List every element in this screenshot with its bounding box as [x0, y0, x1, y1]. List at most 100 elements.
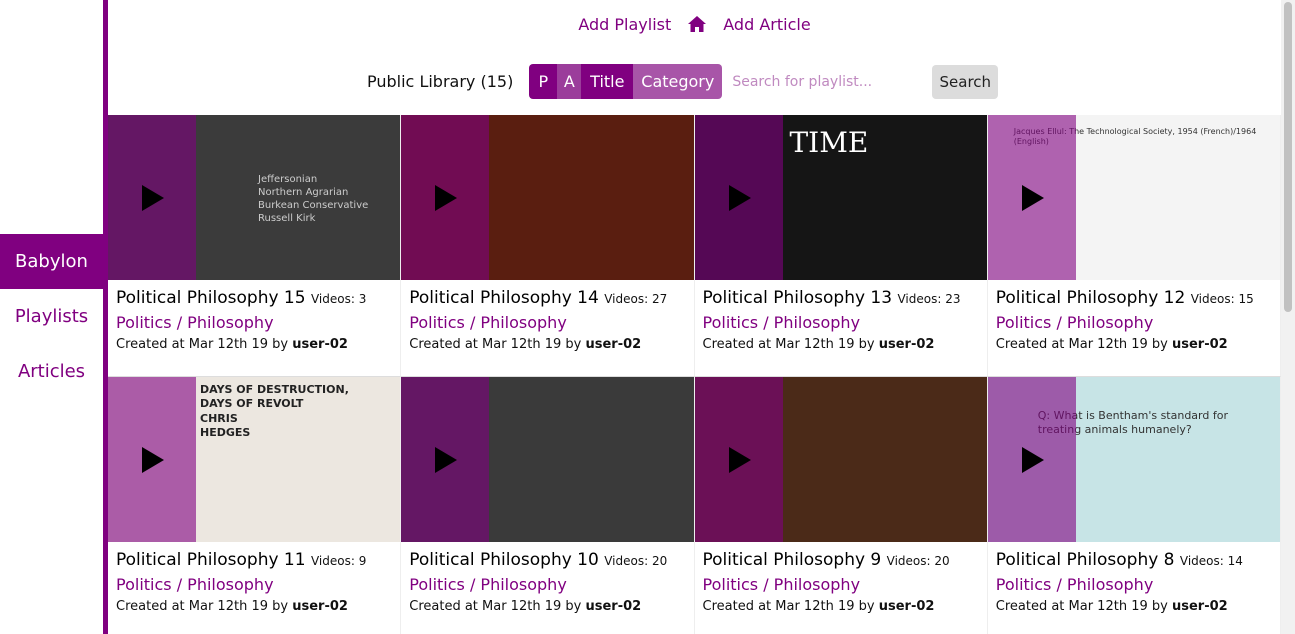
playlist-card[interactable]: Political Philosophy 10 Videos: 20 Polit… [401, 377, 695, 634]
created-text: Created at Mar 12th 19 by [702, 337, 875, 352]
thumbnail-caption-line: DAYS OF REVOLT [200, 397, 304, 411]
scrollbar[interactable] [1281, 0, 1295, 634]
playlist-thumbnail[interactable]: Jacques Ellul: The Technological Society… [987, 115, 1280, 280]
card-info: Political Philosophy 8 Videos: 14 Politi… [988, 542, 1280, 614]
playlist-card[interactable]: Q: What is Bentham's standard for treatin… [987, 377, 1281, 634]
sidebar-item-babylon[interactable]: Babylon [0, 234, 103, 289]
playlist-title-text[interactable]: Political Philosophy 13 [703, 288, 893, 308]
playlist-card[interactable]: TIME Political Philosophy 13 Videos: 23 … [694, 115, 988, 377]
video-count: Videos: 3 [310, 292, 367, 306]
playlist-category[interactable]: Politics / Philosophy [116, 313, 392, 332]
playlist-thumbnail[interactable] [694, 377, 987, 542]
play-icon[interactable] [1021, 185, 1044, 211]
playlist-title[interactable]: Political Philosophy 15 Videos: 3 [116, 288, 392, 308]
creator-username[interactable]: user-02 [585, 337, 641, 352]
video-count: Videos: 15 [1190, 292, 1254, 306]
sidebar-item-playlists[interactable]: Playlists [0, 289, 103, 344]
card-info: Political Philosophy 14 Videos: 27 Polit… [401, 280, 693, 352]
playlist-category[interactable]: Politics / Philosophy [409, 575, 685, 594]
library-label: Public Library (15) [367, 72, 514, 91]
add-playlist-link[interactable]: Add Playlist [578, 15, 671, 34]
playlist-category[interactable]: Politics / Philosophy [703, 313, 979, 332]
play-icon[interactable] [435, 185, 458, 211]
home-icon[interactable] [687, 15, 707, 33]
playlist-title-text[interactable]: Political Philosophy 8 [996, 550, 1175, 570]
video-count: Videos: 20 [886, 554, 950, 568]
card-info: Political Philosophy 12 Videos: 15 Polit… [988, 280, 1280, 352]
creator-username[interactable]: user-02 [1172, 337, 1228, 352]
created-meta: Created at Mar 12th 19 by user-02 [409, 599, 685, 614]
search-button[interactable]: Search [932, 64, 999, 99]
playlist-title[interactable]: Political Philosophy 12 Videos: 15 [996, 288, 1272, 308]
thumbnail-caption-line: Burkean Conservative [258, 200, 369, 211]
playlist-title[interactable]: Political Philosophy 11 Videos: 9 [116, 550, 392, 570]
playlist-thumbnail[interactable]: Q: What is Bentham's standard for treatin… [987, 377, 1280, 542]
playlist-thumbnail[interactable]: DAYS OF DESTRUCTION, DAYS OF REVOLT CHRIS H… [108, 377, 401, 542]
playlist-thumbnail[interactable] [401, 377, 694, 542]
creator-username[interactable]: user-02 [1172, 599, 1228, 614]
creator-username[interactable]: user-02 [292, 599, 348, 614]
search-input[interactable] [722, 64, 933, 99]
card-info: Political Philosophy 13 Videos: 23 Polit… [695, 280, 987, 352]
filter-category-button[interactable]: Category [633, 64, 723, 99]
playlist-card[interactable]: Political Philosophy 9 Videos: 20 Politi… [694, 377, 988, 634]
playlist-title[interactable]: Political Philosophy 14 Videos: 27 [409, 288, 685, 308]
sidebar: Babylon Playlists Articles [0, 0, 108, 634]
playlist-card[interactable]: DAYS OF DESTRUCTION, DAYS OF REVOLT CHRIS H… [108, 377, 402, 634]
created-text: Created at Mar 12th 19 by [409, 599, 582, 614]
thumbnail-caption-line: Northern Agrarian [258, 187, 349, 198]
scrollbar-thumb[interactable] [1284, 2, 1292, 312]
playlist-title-text[interactable]: Political Philosophy 11 [116, 550, 306, 570]
playlist-title[interactable]: Political Philosophy 9 Videos: 20 [703, 550, 979, 570]
created-text: Created at Mar 12th 19 by [116, 337, 289, 352]
playlist-title[interactable]: Political Philosophy 13 Videos: 23 [703, 288, 979, 308]
sidebar-item-articles[interactable]: Articles [0, 344, 103, 399]
playlist-category[interactable]: Politics / Philosophy [703, 575, 979, 594]
playlist-category[interactable]: Politics / Philosophy [996, 575, 1272, 594]
video-count: Videos: 14 [1179, 554, 1243, 568]
playlist-card[interactable]: Jacques Ellul: The Technological Society… [987, 115, 1281, 377]
play-icon[interactable] [435, 447, 458, 473]
playlist-thumbnail[interactable]: Jeffersonian Northern Agrarian Burkean Con… [108, 115, 401, 280]
creator-username[interactable]: user-02 [585, 599, 641, 614]
creator-username[interactable]: user-02 [879, 599, 935, 614]
video-count: Videos: 9 [310, 554, 367, 568]
play-icon[interactable] [142, 447, 164, 473]
play-icon[interactable] [142, 185, 164, 211]
creator-username[interactable]: user-02 [292, 337, 348, 352]
playlist-title-text[interactable]: Political Philosophy 9 [703, 550, 882, 570]
playlist-title[interactable]: Political Philosophy 8 Videos: 14 [996, 550, 1272, 570]
playlist-category[interactable]: Politics / Philosophy [116, 575, 392, 594]
created-meta: Created at Mar 12th 19 by user-02 [996, 599, 1272, 614]
search-row: Public Library (15) P A Title Category S… [367, 64, 999, 99]
video-count: Videos: 20 [604, 554, 668, 568]
thumbnail-caption-line: DAYS OF DESTRUCTION, [200, 383, 349, 396]
created-text: Created at Mar 12th 19 by [702, 599, 875, 614]
creator-username[interactable]: user-02 [879, 337, 935, 352]
playlist-title-text[interactable]: Political Philosophy 12 [996, 288, 1186, 308]
filter-p-button[interactable]: P [529, 64, 558, 99]
play-icon[interactable] [728, 185, 751, 211]
playlist-thumbnail[interactable] [401, 115, 694, 280]
created-meta: Created at Mar 12th 19 by user-02 [409, 337, 685, 352]
created-meta: Created at Mar 12th 19 by user-02 [116, 337, 392, 352]
playlist-title-text[interactable]: Political Philosophy 14 [409, 288, 599, 308]
add-article-link[interactable]: Add Article [723, 15, 810, 34]
filter-title-button[interactable]: Title [581, 64, 634, 99]
playlist-thumbnail[interactable]: TIME [694, 115, 987, 280]
thumbnail-text: DAYS OF DESTRUCTION, DAYS OF REVOLT CHRIS H… [200, 383, 349, 440]
playlist-category[interactable]: Politics / Philosophy [409, 313, 685, 332]
video-count: Videos: 23 [897, 292, 961, 306]
playlist-title-text[interactable]: Political Philosophy 10 [409, 550, 599, 570]
card-info: Political Philosophy 11 Videos: 9 Politi… [108, 542, 400, 614]
playlist-title-text[interactable]: Political Philosophy 15 [116, 288, 306, 308]
playlist-card[interactable]: Political Philosophy 14 Videos: 27 Polit… [401, 115, 695, 377]
playlist-card[interactable]: Jeffersonian Northern Agrarian Burkean Con… [108, 115, 402, 377]
created-meta: Created at Mar 12th 19 by user-02 [996, 337, 1272, 352]
play-icon[interactable] [1021, 447, 1044, 473]
filter-a-button[interactable]: A [557, 64, 582, 99]
thumbnail-caption-line: Jeffersonian [258, 174, 318, 185]
play-icon[interactable] [728, 447, 751, 473]
playlist-title[interactable]: Political Philosophy 10 Videos: 20 [409, 550, 685, 570]
playlist-category[interactable]: Politics / Philosophy [996, 313, 1272, 332]
